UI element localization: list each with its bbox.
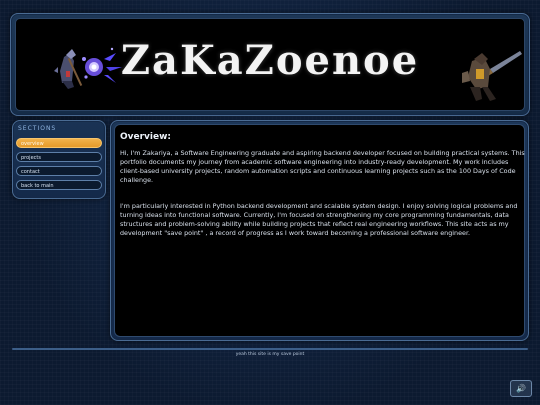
sidebar-item-overview[interactable]: overview <box>16 138 102 148</box>
intro-paragraph: Hi, I'm Zakariya, a Software Engineering… <box>120 149 525 184</box>
sound-toggle-button[interactable]: 🔊 <box>510 380 532 397</box>
speaker-icon: 🔊 <box>516 384 526 393</box>
sections-sidebar: SECTIONS overview projects contact back … <box>12 120 106 199</box>
header-banner: ZaKaZoenoe <box>10 13 530 116</box>
sidebar-item-back-to-main[interactable]: back to main <box>16 180 102 190</box>
footer-divider <box>12 348 528 350</box>
sidebar-item-contact[interactable]: contact <box>16 166 102 176</box>
site-title: ZaKaZoenoe <box>120 37 420 84</box>
sidebar-item-projects[interactable]: projects <box>16 152 102 162</box>
footer-text: yeah this site is my save point <box>235 352 305 357</box>
banner-screen: ZaKaZoenoe <box>15 18 525 111</box>
content-screen: Overview: Hi, I'm Zakariya, a Software E… <box>114 124 525 337</box>
sections-heading: SECTIONS <box>18 125 57 132</box>
content-panel: Overview: Hi, I'm Zakariya, a Software E… <box>110 120 529 341</box>
page-title: Overview: <box>120 132 172 142</box>
interests-paragraph: I'm particularly interested in Python ba… <box>120 202 518 237</box>
knight-sprite-icon <box>462 51 522 101</box>
